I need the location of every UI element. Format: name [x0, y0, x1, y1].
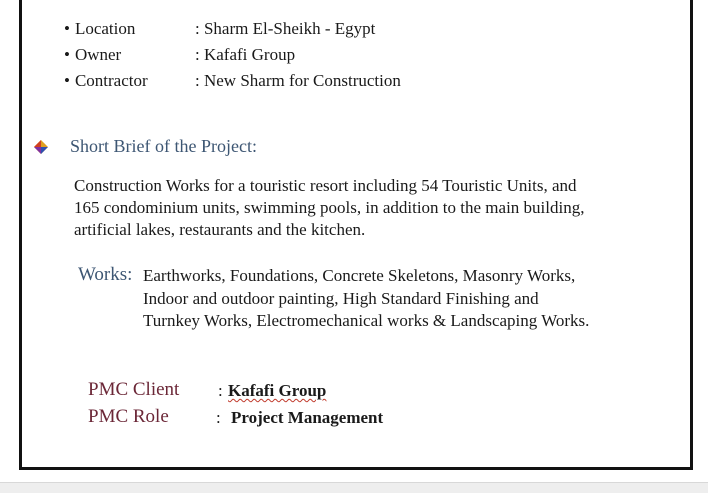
info-value-contractor: : New Sharm for Construction [195, 71, 401, 90]
info-row-owner: • Owner: Kafafi Group [64, 45, 295, 65]
bullet: • [64, 71, 70, 90]
info-row-contractor: • Contractor: New Sharm for Construction [64, 71, 401, 91]
info-key-label: Owner [74, 45, 122, 64]
info-key-label: Location [74, 19, 136, 38]
pmc-role-value: Project Management [231, 408, 384, 427]
info-key-location: • Location [64, 19, 195, 39]
bullet: • [64, 19, 70, 38]
pmc-role-colon: : [216, 408, 221, 427]
brief-line: artificial lakes, restaurants and the ki… [74, 220, 366, 239]
bullet: • [64, 45, 70, 64]
page-gutter [0, 482, 708, 493]
info-key-contractor: • Contractor [64, 71, 195, 91]
pmc-role-label: PMC Role [88, 406, 169, 427]
brief-line: 165 condominium units, swimming pools, i… [74, 198, 585, 217]
diamond-bullet-icon [34, 140, 48, 154]
section-heading: Short Brief of the Project: [70, 136, 257, 156]
project-brief: Construction Works for a touristic resor… [74, 175, 654, 241]
pmc-client-colon: : [218, 381, 223, 400]
works-label: Works: [78, 264, 133, 285]
info-value-location: : Sharm El-Sheikh - Egypt [195, 19, 376, 38]
pmc-client-name: Kafafi Group [228, 381, 327, 400]
pmc-client-value: Kafafi Group [228, 381, 326, 401]
info-value-owner: : Kafafi Group [195, 45, 296, 64]
works-line: Earthworks, Foundations, Concrete Skelet… [143, 266, 576, 285]
info-key-owner: • Owner [64, 45, 195, 65]
info-key-label: Contractor [74, 71, 148, 90]
works-line: Turnkey Works, Electromechanical works &… [143, 311, 590, 330]
works-description: Earthworks, Foundations, Concrete Skelet… [143, 265, 589, 333]
pmc-client-label: PMC Client [88, 379, 180, 400]
info-row-location: • Location: Sharm El-Sheikh - Egypt [64, 19, 375, 39]
brief-line: Construction Works for a touristic resor… [74, 176, 577, 195]
works-line: Indoor and outdoor painting, High Standa… [143, 288, 539, 308]
